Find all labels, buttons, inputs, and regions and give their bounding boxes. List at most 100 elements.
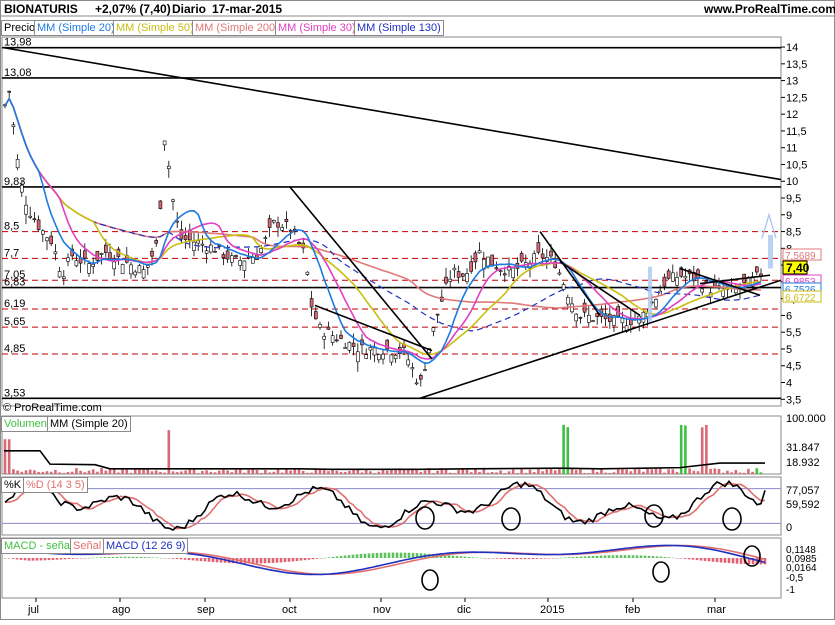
macd-hist-bar xyxy=(43,558,47,561)
projection-bar xyxy=(648,266,652,323)
volume-bar xyxy=(612,472,616,474)
legend-sma200[interactable]: MM (Simple 200) xyxy=(192,20,282,36)
volume-bar xyxy=(726,470,729,474)
macd-hist-bar xyxy=(651,556,655,558)
candle-bull xyxy=(40,230,45,235)
candle-bull xyxy=(670,272,675,282)
legend-price[interactable]: Precio xyxy=(1,20,39,36)
macd-hist-bar xyxy=(299,558,303,561)
macd-hist-bar xyxy=(691,558,695,560)
volume-bar xyxy=(650,469,654,474)
candle-bull xyxy=(66,257,70,262)
candle-bull xyxy=(431,327,436,332)
macd-hist-bar xyxy=(63,558,67,560)
header-date: 17-mar-2015 xyxy=(212,2,283,16)
legend-stoch-k[interactable]: %K xyxy=(1,477,25,493)
volume-bar xyxy=(58,472,61,474)
candle-bear xyxy=(607,313,612,322)
volume-bar xyxy=(621,469,624,474)
header-site[interactable]: www.ProRealTime.com xyxy=(704,2,835,16)
candle-bull xyxy=(24,204,28,215)
volume-bar xyxy=(142,469,145,474)
candle-bull xyxy=(406,359,411,366)
macd-hist-bar xyxy=(403,552,407,558)
volume-bar xyxy=(713,468,717,474)
candle-bear xyxy=(334,339,339,342)
x-tick-label: 2015 xyxy=(540,604,564,616)
stoch-tick-label: 0 xyxy=(786,522,792,534)
macd-hist-bar xyxy=(211,558,215,563)
candle-bull xyxy=(570,303,574,313)
legend-sma130[interactable]: MM (Simple 130) xyxy=(354,20,444,36)
volume-bar xyxy=(448,472,452,474)
volume-bar xyxy=(469,472,473,474)
macd-hist-bar xyxy=(547,558,551,559)
macd-hist-bar xyxy=(323,557,327,559)
legend-stoch-d[interactable]: %D (14 3 5) xyxy=(23,477,88,493)
candle-bull xyxy=(532,253,537,264)
volume-bar xyxy=(549,468,553,474)
macd-hist-bar xyxy=(363,553,367,558)
legend-sma20[interactable]: MM (Simple 20) xyxy=(34,20,118,36)
macd-hist-bar xyxy=(395,552,399,558)
volume-bar xyxy=(432,473,435,474)
macd-hist-bar xyxy=(191,558,195,561)
macd-hist-bar xyxy=(307,558,311,560)
macd-hist-bar xyxy=(531,558,535,559)
legend-macd[interactable]: MACD (12 26 9) xyxy=(103,538,189,554)
price-tick-label: 9,5 xyxy=(786,193,801,205)
candle-bull xyxy=(591,320,595,322)
legend-label: MACD (12 26 9) xyxy=(106,540,186,552)
macd-hist-bar xyxy=(619,555,623,558)
legend-macd-signal[interactable]: Señal xyxy=(70,538,105,554)
macd-hist-bar xyxy=(179,558,183,560)
stoch-tick-label: 77,057 xyxy=(786,485,820,497)
level-label: 4,85 xyxy=(4,343,25,355)
legend-sma50[interactable]: MM (Simple 50) xyxy=(113,20,197,36)
legend-volume-sma[interactable]: MM (Simple 20) xyxy=(47,416,131,432)
volume-bar xyxy=(608,473,612,474)
volume-bar xyxy=(70,471,74,474)
macd-hist-bar xyxy=(491,558,495,559)
macd-tick-label: -1 xyxy=(786,585,795,596)
candle-bear xyxy=(460,273,465,277)
legend-volume[interactable]: Volumen xyxy=(1,416,50,432)
level-label: 8,5 xyxy=(4,221,19,233)
candle-bull xyxy=(204,250,209,254)
macd-hist-bar xyxy=(171,558,175,559)
candle-bull xyxy=(372,347,377,356)
candle-bull xyxy=(322,335,327,340)
candle-bull xyxy=(19,184,24,193)
macd-hist-bar xyxy=(683,558,687,559)
volume-bar xyxy=(511,469,515,474)
macd-hist-bar xyxy=(175,558,179,560)
macd-hist-bar xyxy=(67,558,71,560)
macd-hist-bar xyxy=(499,558,503,559)
volume-bar xyxy=(566,427,570,474)
macd-hist-bar xyxy=(91,557,95,559)
macd-hist-bar xyxy=(503,558,507,559)
macd-hist-bar xyxy=(635,555,639,558)
candle-bear xyxy=(213,250,217,253)
price-tick-label: 11 xyxy=(786,143,797,155)
volume-bar xyxy=(75,468,78,474)
macd-hist-bar xyxy=(555,557,559,559)
macd-hist-bar xyxy=(371,553,375,558)
macd-hist-bar xyxy=(19,558,23,560)
macd-hist-bar xyxy=(55,558,59,560)
macd-hist-bar xyxy=(455,555,459,558)
macd-hist-bar xyxy=(731,558,735,564)
volume-bar xyxy=(33,470,36,474)
macd-hist-bar xyxy=(103,557,107,558)
volume-bar xyxy=(423,470,427,474)
volume-bar xyxy=(348,470,351,474)
volume-bar xyxy=(709,468,712,474)
legend-macd-hist[interactable]: MACD - señal xyxy=(1,538,76,554)
candle-bull xyxy=(586,315,591,323)
candle-bear xyxy=(502,273,507,276)
legend-sma30[interactable]: MM (Simple 30) xyxy=(275,20,359,36)
volume-bar xyxy=(625,469,628,474)
volume-bar xyxy=(654,468,658,474)
chart-stage: 1413,51312,51211,51110,5109,598,587,576,… xyxy=(0,0,835,620)
volume-bar xyxy=(28,469,32,474)
